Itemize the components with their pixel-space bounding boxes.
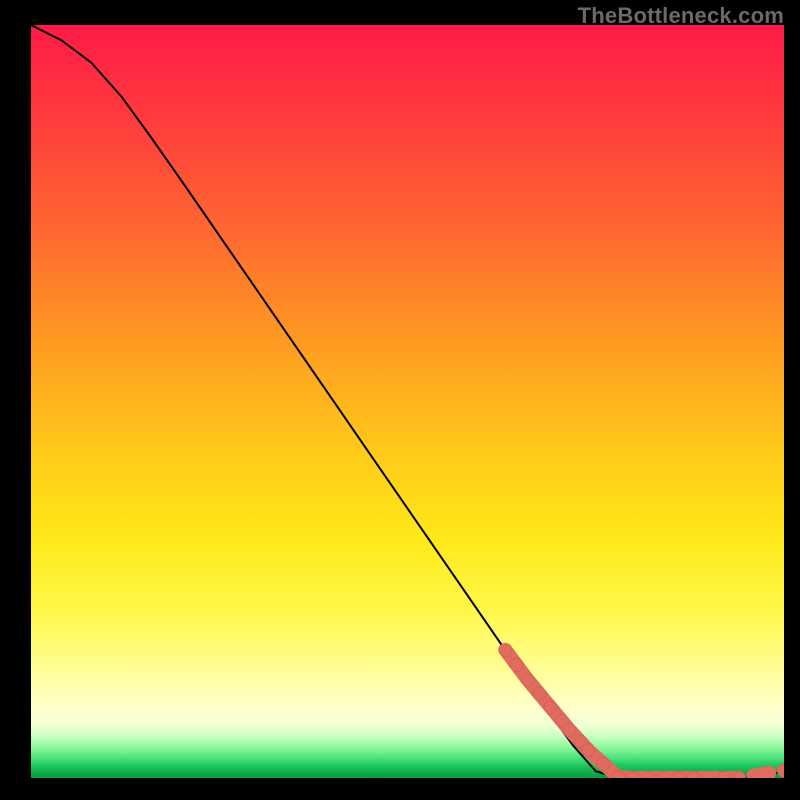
marker-point: [754, 773, 770, 776]
marker-layer: [499, 644, 784, 779]
chart-svg: [31, 25, 784, 778]
watermark-text: TheBottleneck.com: [578, 3, 784, 29]
marker-dot: [563, 723, 576, 736]
bottleneck-curve: [31, 25, 784, 778]
marker-dot: [510, 659, 523, 672]
marker-dot: [778, 764, 785, 777]
marker-dot: [597, 757, 610, 770]
plot-area: [31, 25, 784, 778]
marker-dot: [582, 744, 595, 757]
marker-dot: [533, 687, 546, 700]
marker-dot: [499, 644, 512, 657]
marker-dot: [544, 701, 557, 714]
marker-dot: [522, 674, 535, 687]
